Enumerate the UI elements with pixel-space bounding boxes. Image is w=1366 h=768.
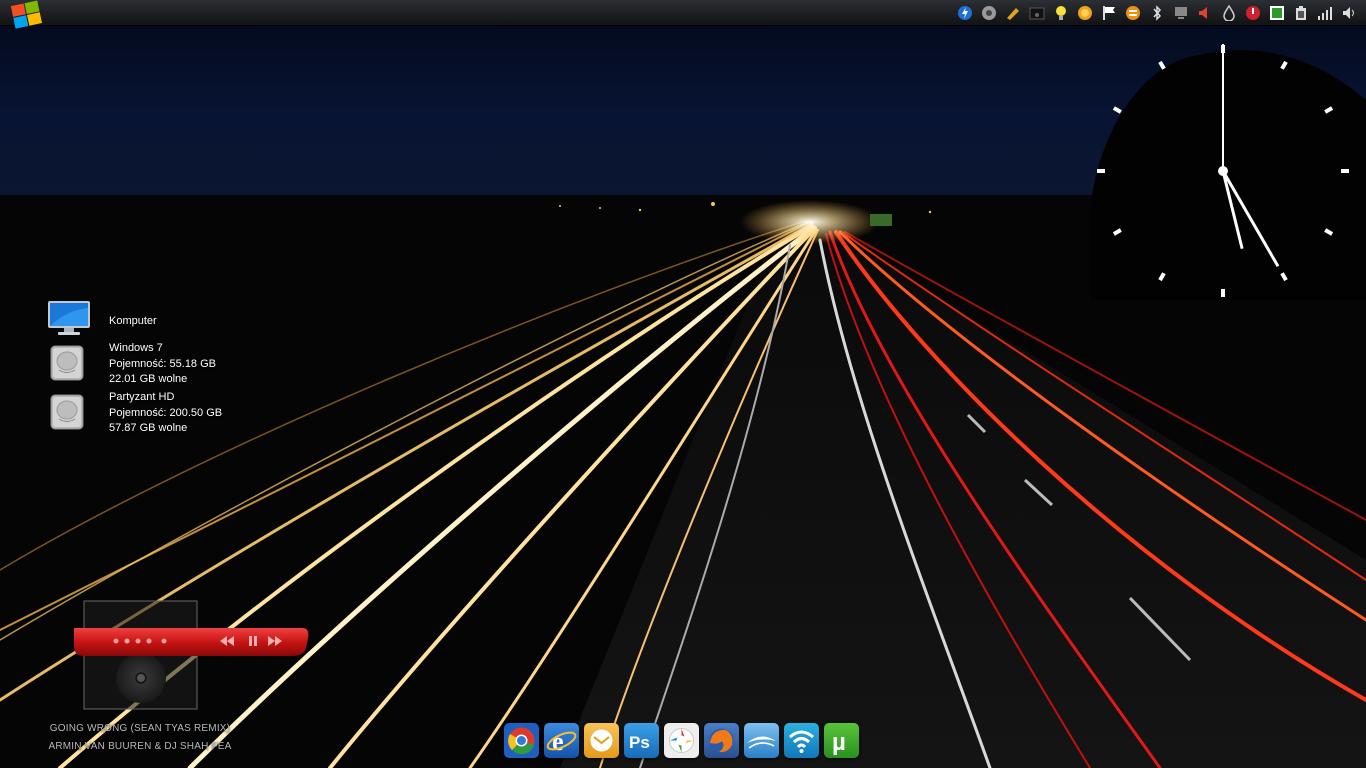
drive-free-space: 57.87 GB wolne: [109, 422, 188, 434]
volume-icon[interactable]: [1339, 3, 1358, 22]
flag-icon[interactable]: [1099, 3, 1118, 22]
track-title: GOING WRONG (SEAN TYAS REMIX): [49, 723, 231, 734]
monitor-icon[interactable]: [1171, 3, 1190, 22]
equals-icon[interactable]: [1123, 3, 1142, 22]
pencil-icon[interactable]: [1003, 3, 1022, 22]
picasa-icon[interactable]: [664, 723, 699, 758]
stardock-icon[interactable]: [744, 723, 779, 758]
clock-tick: [1280, 60, 1288, 70]
firefox-icon[interactable]: [704, 723, 739, 758]
battery-icon[interactable]: [1291, 3, 1310, 22]
drive-free-space: 22.01 GB wolne: [109, 373, 188, 385]
svg-text:Ps: Ps: [629, 733, 650, 752]
utorrent-icon[interactable]: µ: [824, 723, 859, 758]
wifi-icon[interactable]: [784, 723, 819, 758]
signal-icon[interactable]: [1315, 3, 1334, 22]
clock-tick: [1324, 228, 1334, 236]
torrent-icon[interactable]: [1267, 3, 1286, 22]
lightning-icon[interactable]: [955, 3, 974, 22]
speaker-icon[interactable]: [1195, 3, 1214, 22]
track-artist: ARMIN VAN BUUREN & DJ SHAH FEA: [48, 741, 232, 752]
disc-icon[interactable]: [979, 3, 998, 22]
monitor-icon: [48, 301, 90, 335]
clock-tick: [1158, 60, 1166, 70]
top-menu-bar: [0, 0, 1366, 29]
drive-capacity: Pojemność: 55.18 GB: [109, 357, 217, 370]
drive-name: Windows 7: [109, 342, 163, 354]
camera-icon[interactable]: [1027, 3, 1046, 22]
clock-tick: [1158, 272, 1166, 282]
drop-icon[interactable]: [1219, 3, 1238, 22]
clock-tick: [1112, 106, 1122, 114]
chrome-icon[interactable]: [504, 723, 539, 758]
sun-icon[interactable]: [1075, 3, 1094, 22]
bluetooth-icon[interactable]: [1147, 3, 1166, 22]
photoshop-icon[interactable]: Ps: [624, 723, 659, 758]
clock-second-hand: [1221, 170, 1244, 250]
media-player-widget: [74, 600, 309, 710]
windows-logo-icon[interactable]: [10, 0, 44, 30]
clock-tick: [1324, 106, 1334, 114]
drive-capacity: Pojemność: 200.50 GB: [109, 406, 223, 419]
svg-text:e: e: [552, 727, 564, 756]
hard-drive-icon: [50, 345, 84, 381]
clock-center: [1218, 166, 1228, 176]
analog-clock: [1097, 44, 1349, 297]
system-tray: [955, 3, 1358, 22]
drive-name: Partyzant HD: [109, 391, 175, 403]
power-icon[interactable]: [1243, 3, 1262, 22]
clock-hour-hand: [1221, 170, 1280, 268]
bulb-icon[interactable]: [1051, 3, 1070, 22]
clock-tick: [1112, 228, 1122, 236]
svg-text:µ: µ: [832, 729, 846, 756]
desktop-item-label: Komputer: [109, 315, 157, 327]
clock-tick: [1280, 272, 1288, 282]
application-dock: e Ps µ: [504, 723, 859, 761]
hard-drive-icon: [50, 394, 84, 430]
internet-explorer-icon[interactable]: e: [544, 723, 579, 758]
mail-icon[interactable]: [584, 723, 619, 758]
